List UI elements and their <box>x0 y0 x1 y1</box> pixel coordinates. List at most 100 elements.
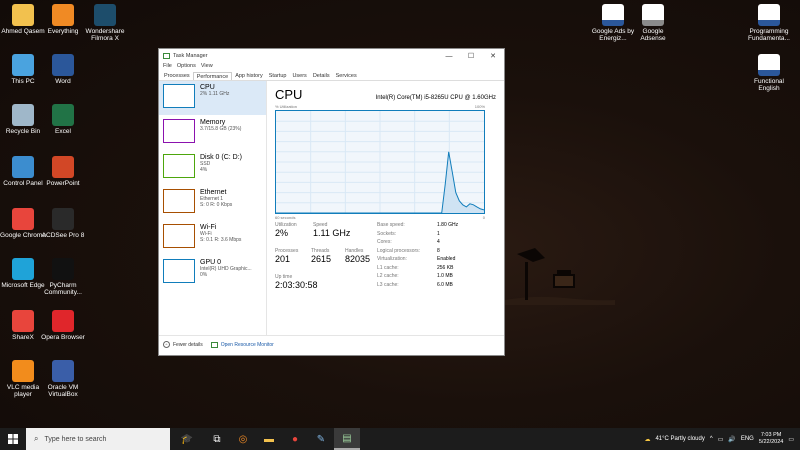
network-icon[interactable]: ▭ <box>718 436 724 443</box>
volume-icon[interactable]: 🔊 <box>728 436 735 443</box>
desktop-icon[interactable]: Google Adsense <box>630 4 676 42</box>
desktop-icon[interactable]: Wondershare Filmora X <box>82 4 128 42</box>
search-placeholder: Type here to search <box>44 435 107 443</box>
tab-processes[interactable]: Processes <box>161 72 193 80</box>
tab-details[interactable]: Details <box>310 72 333 80</box>
tab-bar: Processes Performance App history Startu… <box>159 72 504 81</box>
spec-label: Logical processors: <box>377 247 421 254</box>
mini-graph <box>163 224 195 248</box>
spec-value: 8 <box>437 247 440 254</box>
desktop-icon[interactable]: Everything <box>40 4 86 35</box>
desktop-icon[interactable]: Oracle VM VirtualBox <box>40 360 86 398</box>
image-file-icon <box>642 4 664 26</box>
file-explorer-icon[interactable]: ▬ <box>256 428 282 450</box>
spec-label: L1 cache: <box>377 264 399 271</box>
desktop-icon[interactable]: Functional English <box>746 54 792 92</box>
window-title: Task Manager <box>173 53 208 59</box>
close-button[interactable]: ✕ <box>482 52 504 60</box>
resource-monitor-label: Open Resource Monitor <box>220 341 274 348</box>
chevron-up-icon[interactable]: ^ <box>710 436 713 442</box>
sidebar-item-memory[interactable]: Memory 3.7/15.8 GB (23%) <box>159 116 266 150</box>
clock-time: 7:03 PM <box>760 432 782 438</box>
everything-app-icon[interactable]: ◎ <box>230 428 256 450</box>
taskbar: ⌕ Type here to search 🎓 ⧉ ◎ ▬ ● ✎ ▤ ☁ 41… <box>0 428 800 450</box>
spec-row: Base speed: 1.80 GHz <box>377 222 477 231</box>
minimize-button[interactable]: — <box>438 53 460 60</box>
cpu-usage-graph <box>275 110 485 214</box>
chevron-up-icon: ^ <box>163 341 170 348</box>
tab-startup[interactable]: Startup <box>266 72 290 80</box>
folder-icon <box>12 4 34 26</box>
excel-icon <box>52 104 74 126</box>
menu-file[interactable]: File <box>163 63 172 72</box>
desktop-icon[interactable]: PyCharm Community... <box>40 258 86 296</box>
spec-value: 256 KB <box>437 264 454 271</box>
resource-monitor-icon <box>210 341 218 348</box>
tab-users[interactable]: Users <box>289 72 309 80</box>
word-doc-icon <box>602 4 624 26</box>
footer-bar: ^ Fewer details Open Resource Monitor <box>159 335 504 353</box>
spec-value: 1 <box>437 230 440 237</box>
sidebar-item-ethernet[interactable]: Ethernet Ethernet 1 S: 0 R: 0 Kbps <box>159 186 266 220</box>
mini-graph <box>163 259 195 283</box>
pycharm-icon <box>52 258 74 280</box>
system-tray: ☁ 41°C Partly cloudy ^ ▭ 🔊 ENG 7:03 PM 5… <box>644 432 800 446</box>
menu-view[interactable]: View <box>201 63 213 72</box>
desktop-icon[interactable]: Word <box>40 54 86 85</box>
spec-value: 1.80 GHz <box>437 222 459 228</box>
maximize-button[interactable]: ☐ <box>460 52 482 60</box>
acdsee-icon <box>52 208 74 230</box>
desktop-icon[interactable]: PowerPoint <box>40 156 86 187</box>
desktop-icon-label: Excel <box>55 128 71 135</box>
task-manager-app-icon[interactable]: ▤ <box>334 428 360 450</box>
tab-performance[interactable]: Performance <box>192 72 233 80</box>
sidebar-item-detail: S: 0.1 R: 3.6 Mbps <box>200 237 242 243</box>
graph-foot-zero: 0 <box>482 215 485 220</box>
tab-services[interactable]: Services <box>333 72 360 80</box>
language-indicator[interactable]: ENG <box>741 436 754 442</box>
cpu-spec-list: Base speed: 1.80 GHz Sockets: 1 Cores: 4 Logic… <box>377 222 477 290</box>
tab-app-history[interactable]: App history <box>232 72 266 80</box>
mini-graph <box>163 119 195 143</box>
desktop-icon[interactable]: Programming Fundamenta... <box>746 4 792 42</box>
fewer-details-label: Fewer details <box>173 341 203 348</box>
spec-label: Virtualization: <box>377 256 407 262</box>
sidebar-item-detail: 4% <box>200 167 208 173</box>
sidebar-item-gpu[interactable]: GPU 0 Intel(R) UHD Graphic... 0% <box>159 256 266 290</box>
sidebar-item-wi-fi[interactable]: Wi-Fi Wi-Fi S: 0.1 R: 3.6 Mbps <box>159 221 266 255</box>
desktop-icon-label: Oracle VM VirtualBox <box>47 384 79 398</box>
fewer-details-link[interactable]: ^ Fewer details <box>163 341 203 348</box>
handles-value: 82035 <box>345 254 371 264</box>
sharex-icon <box>12 310 34 332</box>
chrome-app-icon[interactable]: ● <box>282 428 308 450</box>
weather-icon: ☁ <box>644 436 651 443</box>
task-view-icon[interactable]: ⧉ <box>204 428 230 450</box>
search-box[interactable]: ⌕ Type here to search <box>26 428 170 450</box>
spec-label: L2 cache: <box>377 273 399 279</box>
weather-text[interactable]: 41°C Partly cloudy <box>655 436 704 442</box>
sidebar-item-detail: 3.7/15.8 GB (23%) <box>200 126 242 132</box>
desktop-icon[interactable]: ACDSee Pro 8 <box>40 208 86 239</box>
menu-options[interactable]: Options <box>177 63 196 72</box>
clock[interactable]: 7:03 PM 5/22/2024 <box>759 432 783 446</box>
edge-icon <box>12 258 34 280</box>
desktop-icon[interactable]: Excel <box>40 104 86 135</box>
utilization-value: 2% <box>275 228 289 238</box>
spec-value: 4 <box>437 239 440 245</box>
graduation-cap-app-icon[interactable]: 🎓 <box>170 428 204 450</box>
desktop-icon-label: Opera Browser <box>41 334 85 341</box>
chrome-icon <box>12 208 34 230</box>
notifications-icon[interactable]: ▭ <box>788 436 794 443</box>
word-doc-icon <box>758 4 780 26</box>
desktop-icon-label: Functional English <box>754 78 784 92</box>
cpu-heading: CPU <box>275 87 303 102</box>
pen-app-icon[interactable]: ✎ <box>308 428 334 450</box>
desktop-icon-label: PowerPoint <box>46 180 80 187</box>
clock-date: 5/22/2024 <box>758 439 784 445</box>
spec-row: Logical processors: 8 <box>377 248 477 257</box>
sidebar-item-disk[interactable]: Disk 0 (C: D:) SSD 4% <box>159 151 266 185</box>
open-resource-monitor-link[interactable]: Open Resource Monitor <box>210 341 274 348</box>
desktop-icon[interactable]: Opera Browser <box>40 310 86 341</box>
start-button[interactable] <box>0 434 26 444</box>
sidebar-item-cpu[interactable]: CPU 2% 1.11 GHz <box>159 81 266 115</box>
